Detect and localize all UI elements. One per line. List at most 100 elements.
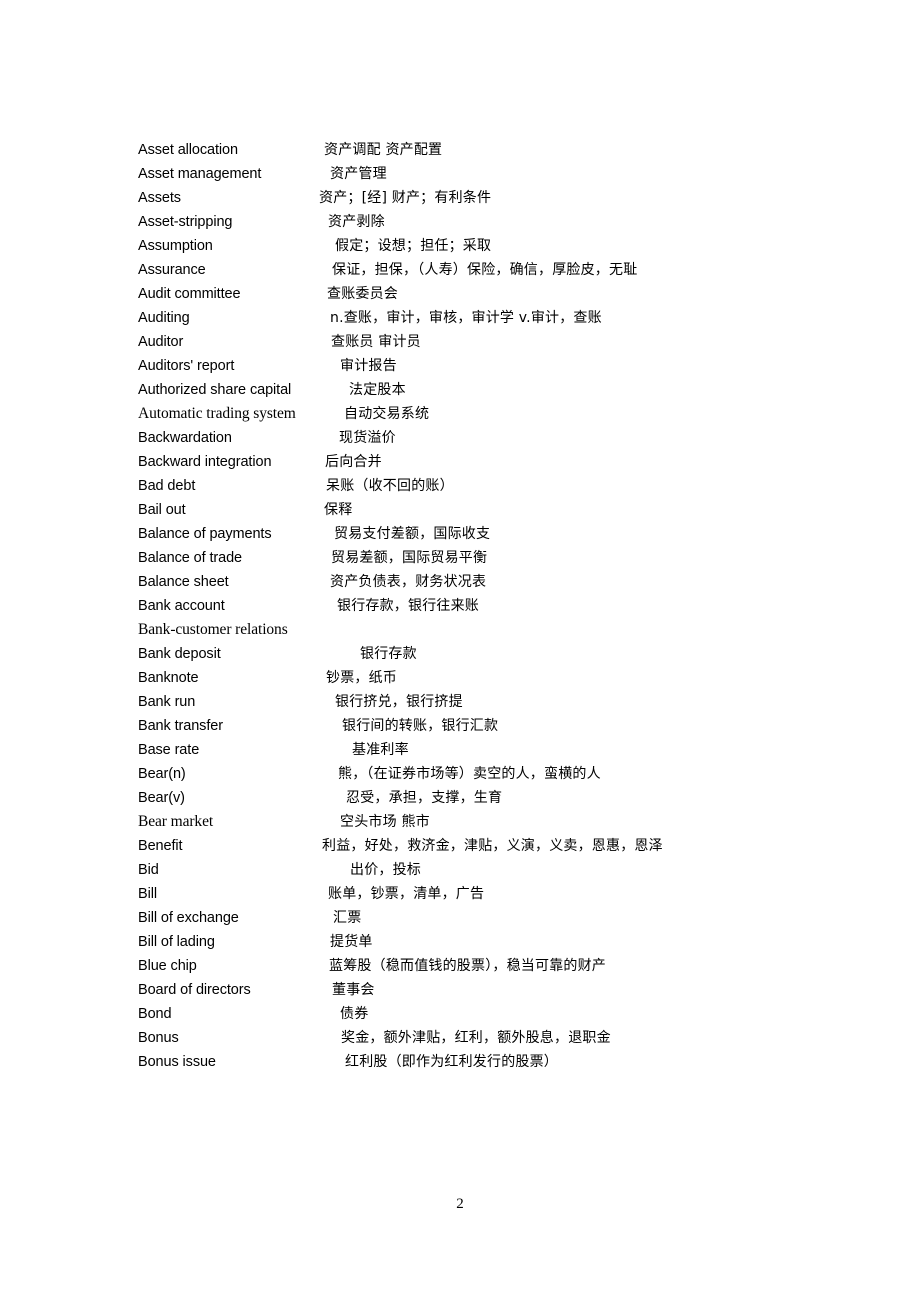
- glossary-term: Bear market: [138, 813, 214, 830]
- glossary-term: Bail out: [138, 502, 186, 518]
- glossary-definition: 现货溢价: [339, 430, 396, 446]
- glossary-term: Authorized share capital: [138, 382, 292, 398]
- glossary-term: Auditors' report: [138, 358, 235, 374]
- glossary-term: Asset-stripping: [138, 214, 233, 230]
- glossary-term: Bill of lading: [138, 934, 215, 950]
- glossary-entry: Bank transfer 银行间的转账，银行汇款: [138, 714, 878, 738]
- glossary-entry: Assurance 保证，担保，（人寿）保险，确信，厚脸皮，无耻: [138, 258, 878, 282]
- glossary-entry: Asset management 资产管理: [138, 162, 878, 186]
- glossary-term: Bad debt: [138, 478, 196, 494]
- glossary-term: Asset allocation: [138, 142, 238, 158]
- glossary-definition: 审计报告: [340, 358, 397, 374]
- glossary-term: Bank deposit: [138, 646, 221, 662]
- glossary-definition: 资产管理: [330, 166, 387, 182]
- glossary-entry: Bear(n) 熊，（在证券市场等）卖空的人，蛮横的人: [138, 762, 878, 786]
- glossary-entry: Board of directors 董事会: [138, 978, 878, 1002]
- glossary-entry: Auditing n.查账，审计，审核，审计学 v.审计，查账: [138, 306, 878, 330]
- glossary-entry: Balance sheet 资产负债表，财务状况表: [138, 570, 878, 594]
- glossary-entry: Bill of exchange 汇票: [138, 906, 878, 930]
- glossary-entry: Bill of lading 提货单: [138, 930, 878, 954]
- glossary-term: Balance of trade: [138, 550, 242, 566]
- glossary-term: Bid: [138, 862, 159, 878]
- glossary-entry: Bear(v) 忍受，承担，支撑，生育: [138, 786, 878, 810]
- glossary-entry: Bear market 空头市场 熊市: [138, 810, 878, 834]
- glossary-entry: Bank-customer relations: [138, 618, 878, 642]
- glossary-definition: n.查账，审计，审核，审计学 v.审计，查账: [330, 310, 602, 326]
- glossary-entry: Bail out 保释: [138, 498, 878, 522]
- glossary-term: Auditing: [138, 310, 190, 326]
- glossary-definition: 出价，投标: [350, 862, 421, 878]
- glossary-term: Assurance: [138, 262, 206, 278]
- glossary-term: Audit committee: [138, 286, 241, 302]
- glossary-entry: Backwardation 现货溢价: [138, 426, 878, 450]
- glossary-entry: Blue chip 蓝筹股（稳而值钱的股票），稳当可靠的财产: [138, 954, 878, 978]
- glossary-term: Automatic trading system: [138, 405, 296, 422]
- glossary-definition: 利益，好处，救济金，津贴，义演，义卖，恩惠，恩泽: [322, 838, 663, 854]
- glossary-definition: 查账员 审计员: [331, 334, 421, 350]
- glossary-entry: Balance of trade 贸易差额，国际贸易平衡: [138, 546, 878, 570]
- glossary-term: Bonus issue: [138, 1054, 216, 1070]
- glossary-entry: Bid 出价，投标: [138, 858, 878, 882]
- glossary-definition: 奖金，额外津贴，红利，额外股息，退职金: [341, 1030, 611, 1046]
- glossary-term: Bonus: [138, 1030, 179, 1046]
- glossary-entry: Bank account 银行存款，银行往来账: [138, 594, 878, 618]
- glossary-definition: 蓝筹股（稳而值钱的股票），稳当可靠的财产: [329, 958, 606, 974]
- glossary-term: Bank run: [138, 694, 196, 710]
- glossary-definition: 提货单: [330, 934, 373, 950]
- glossary-term: Base rate: [138, 742, 200, 758]
- glossary-definition: 空头市场 熊市: [340, 814, 430, 830]
- glossary-definition: 银行挤兑，银行挤提: [335, 694, 463, 710]
- glossary-definition: 基准利率: [352, 742, 409, 758]
- glossary-definition: 贸易支付差额，国际收支: [334, 526, 491, 542]
- glossary-definition: 资产；[经] 财产；有利条件: [319, 190, 492, 206]
- glossary-term: Banknote: [138, 670, 199, 686]
- glossary-definition: 自动交易系统: [344, 406, 430, 422]
- glossary-definition: 假定；设想；担任；采取: [335, 238, 492, 254]
- glossary-definition: 资产剥除: [328, 214, 385, 230]
- glossary-term: Balance of payments: [138, 526, 272, 542]
- glossary-definition: 债券: [340, 1006, 369, 1022]
- glossary-definition: 法定股本: [349, 382, 406, 398]
- glossary-definition: 熊，（在证券市场等）卖空的人，蛮横的人: [338, 766, 601, 782]
- glossary-term: Asset management: [138, 166, 262, 182]
- glossary-entry: Auditors' report 审计报告: [138, 354, 878, 378]
- glossary-entry: Automatic trading system 自动交易系统: [138, 402, 878, 426]
- glossary-entry: Asset-stripping 资产剥除: [138, 210, 878, 234]
- glossary-entry: Asset allocation 资产调配 资产配置: [138, 138, 878, 162]
- glossary-term: Bear(n): [138, 766, 186, 782]
- glossary-list: Asset allocation 资产调配 资产配置 Asset managemen…: [138, 138, 878, 1074]
- glossary-definition: 保证，担保，（人寿）保险，确信，厚脸皮，无耻: [332, 262, 638, 278]
- glossary-definition: 银行间的转账，银行汇款: [342, 718, 499, 734]
- document-page: Asset allocation 资产调配 资产配置 Asset managemen…: [0, 0, 920, 1302]
- glossary-entry: Bad debt 呆账（收不回的账）: [138, 474, 878, 498]
- glossary-term: Blue chip: [138, 958, 197, 974]
- glossary-term: Benefit: [138, 838, 183, 854]
- glossary-entry: Assets 资产；[经] 财产；有利条件: [138, 186, 878, 210]
- glossary-entry: Assumption 假定；设想；担任；采取: [138, 234, 878, 258]
- glossary-term: Auditor: [138, 334, 184, 350]
- glossary-term: Assumption: [138, 238, 213, 254]
- glossary-entry: Authorized share capital 法定股本: [138, 378, 878, 402]
- glossary-term: Bill of exchange: [138, 910, 239, 926]
- glossary-term: Bill: [138, 886, 157, 902]
- glossary-definition: 保释: [324, 502, 353, 518]
- glossary-definition: 银行存款: [360, 646, 417, 662]
- glossary-term: Balance sheet: [138, 574, 229, 590]
- glossary-entry: Base rate 基准利率: [138, 738, 878, 762]
- glossary-definition: 汇票: [333, 910, 362, 926]
- glossary-term: Backwardation: [138, 430, 232, 446]
- glossary-entry: Audit committee 查账委员会: [138, 282, 878, 306]
- glossary-definition: 红利股（即作为红利发行的股票）: [345, 1054, 558, 1070]
- glossary-definition: 资产调配 资产配置: [324, 142, 443, 158]
- glossary-definition: 后向合并: [325, 454, 382, 470]
- glossary-definition: 资产负债表，财务状况表: [330, 574, 487, 590]
- glossary-definition: 银行存款，银行往来账: [337, 598, 479, 614]
- glossary-term: Bond: [138, 1006, 172, 1022]
- glossary-entry: Banknote 钞票，纸币: [138, 666, 878, 690]
- glossary-term: Bank account: [138, 598, 225, 614]
- glossary-term: Bear(v): [138, 790, 185, 806]
- glossary-entry: Bill 账单，钞票，清单，广告: [138, 882, 878, 906]
- glossary-term: Board of directors: [138, 982, 251, 998]
- glossary-definition: 贸易差额，国际贸易平衡: [331, 550, 488, 566]
- glossary-definition: 董事会: [332, 982, 375, 998]
